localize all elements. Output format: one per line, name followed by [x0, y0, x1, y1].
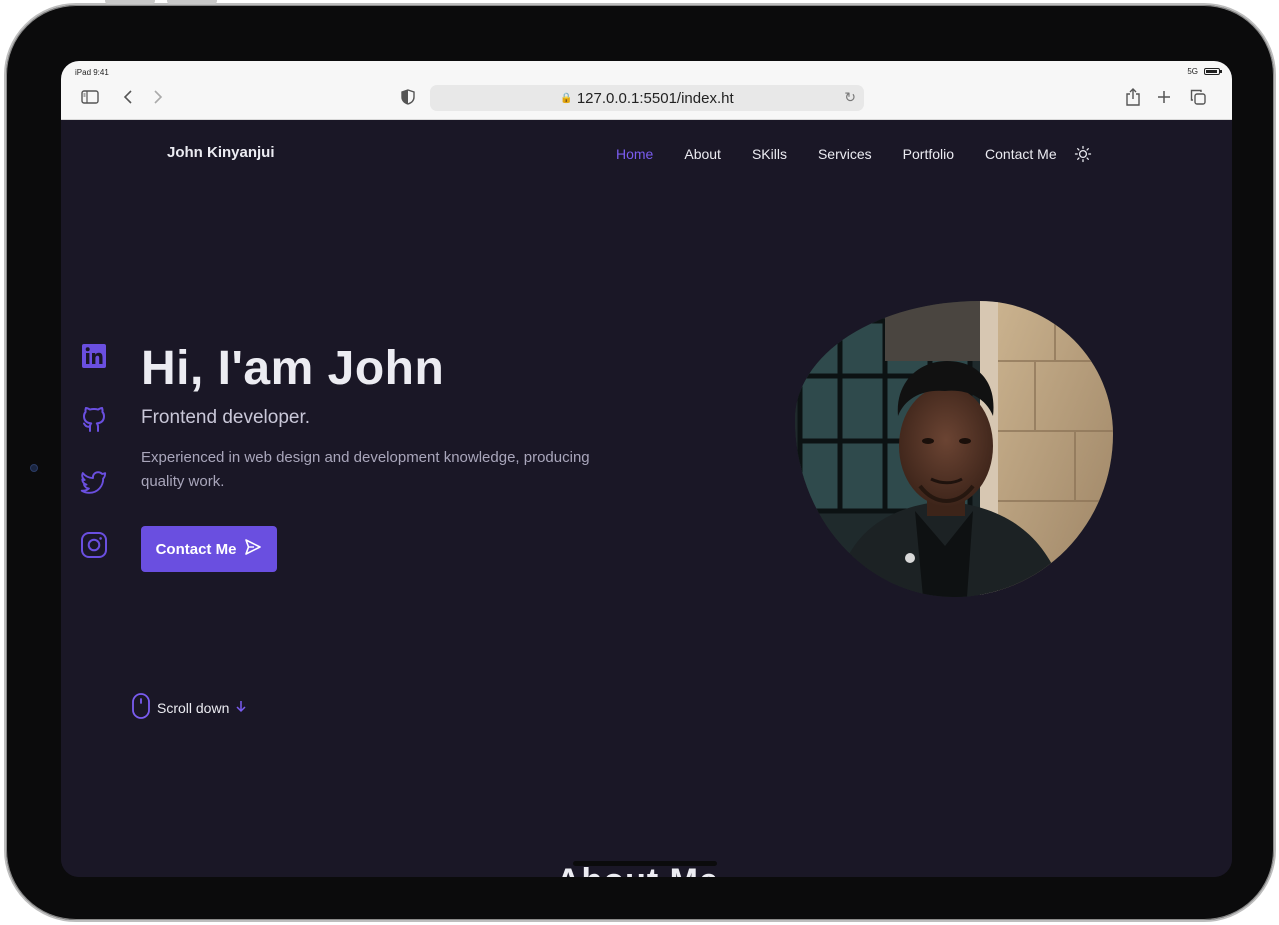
nav-portfolio[interactable]: Portfolio: [903, 146, 954, 162]
portfolio-page: John Kinyanjui Home About SKills Service…: [61, 120, 1232, 877]
new-tab-icon[interactable]: [1153, 86, 1175, 108]
mouse-icon: [131, 692, 151, 723]
forward-icon[interactable]: [147, 86, 169, 108]
hero-description: Experienced in web design and developmen…: [141, 449, 590, 490]
linkedin-icon[interactable]: [80, 342, 108, 370]
battery-icon: [1204, 68, 1222, 75]
network-label: 5G: [1187, 67, 1198, 76]
ipad-top-buttons: [105, 0, 217, 4]
github-icon[interactable]: [80, 405, 108, 433]
hero-subtitle: Frontend developer.: [141, 407, 311, 428]
address-bar[interactable]: 🔒 127.0.0.1:5501/index.ht ↻: [430, 85, 864, 111]
share-icon[interactable]: [1122, 86, 1144, 108]
home-indicator[interactable]: [573, 861, 717, 866]
status-indicators: 5G: [1187, 67, 1222, 76]
instagram-icon[interactable]: [80, 531, 108, 559]
nav-about[interactable]: About: [684, 146, 721, 162]
nav-contact[interactable]: Contact Me: [985, 146, 1057, 162]
sun-theme-toggle-icon[interactable]: [1074, 145, 1092, 163]
reload-icon[interactable]: ↻: [844, 89, 856, 106]
ipad-frame: iPad 9:41 5G 🔒 127.0.0.1:5501/index.ht ↻: [4, 3, 1276, 922]
back-icon[interactable]: [117, 86, 139, 108]
nav-services[interactable]: Services: [818, 146, 872, 162]
ipad-screen: iPad 9:41 5G 🔒 127.0.0.1:5501/index.ht ↻: [61, 61, 1232, 877]
sidebar-toggle-icon[interactable]: [79, 86, 101, 108]
browser-toolbar: iPad 9:41 5G 🔒 127.0.0.1:5501/index.ht ↻: [61, 61, 1232, 120]
twitter-icon[interactable]: [80, 468, 108, 496]
scroll-down-label: Scroll down: [157, 699, 230, 716]
tabs-overview-icon[interactable]: [1187, 86, 1209, 108]
status-time: iPad 9:41: [75, 68, 109, 77]
hero-title: Hi, I'am John: [141, 342, 445, 395]
privacy-shield-icon[interactable]: [397, 86, 419, 108]
main-nav: Home About SKills Services Portfolio Con…: [616, 145, 1092, 163]
url-text: 127.0.0.1:5501/index.ht: [576, 89, 734, 107]
arrow-down-icon: [235, 699, 247, 716]
scroll-down-link[interactable]: Scroll down: [131, 692, 247, 723]
contact-me-button[interactable]: Contact Me: [141, 526, 277, 572]
nav-skills[interactable]: SKills: [752, 146, 787, 162]
contact-me-label: Contact Me: [155, 540, 237, 558]
front-camera: [30, 464, 38, 472]
social-links: [80, 342, 108, 594]
send-icon: [244, 538, 262, 560]
profile-photo: [795, 301, 1113, 597]
lock-icon: 🔒: [560, 92, 573, 104]
nav-home[interactable]: Home: [616, 146, 653, 162]
site-logo[interactable]: John Kinyanjui: [167, 144, 275, 161]
